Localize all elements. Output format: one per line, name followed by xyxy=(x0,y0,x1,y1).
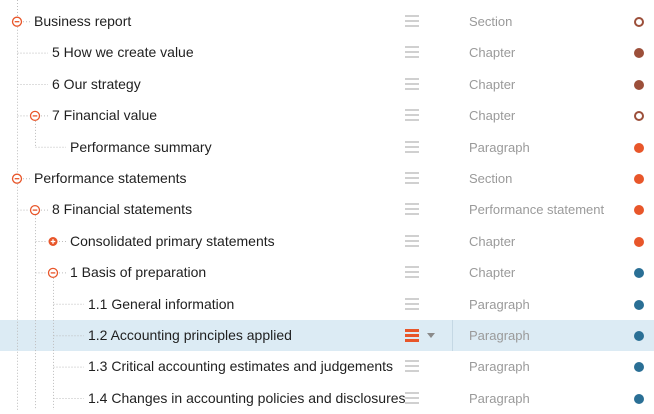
content-type-label: Chapter xyxy=(469,76,516,92)
status-dot-icon xyxy=(634,362,644,373)
content-type-label: Paragraph xyxy=(469,328,530,343)
drag-handle-icon[interactable] xyxy=(405,46,419,59)
content-type-label: Paragraph xyxy=(469,390,530,406)
tree-row-label: Business report xyxy=(34,13,132,29)
content-type-label: Paragraph xyxy=(469,359,530,375)
status-dot-icon xyxy=(634,142,644,153)
tree-row-label: 5 How we create value xyxy=(52,44,194,61)
drag-handle-icon[interactable] xyxy=(405,391,419,404)
status-dot-icon xyxy=(634,331,644,341)
drag-handle-icon[interactable] xyxy=(405,297,419,310)
drag-handle-icon[interactable] xyxy=(405,15,419,27)
drag-handle-icon[interactable] xyxy=(405,234,419,247)
status-ring-icon xyxy=(634,111,644,122)
tree-row-label: 1.1 General information xyxy=(88,295,235,312)
status-dot-icon xyxy=(634,393,644,404)
content-type-label: Chapter xyxy=(469,108,516,124)
content-type-label: Paragraph xyxy=(469,139,530,155)
content-type-label: Section xyxy=(469,14,513,29)
status-dot-icon xyxy=(634,174,644,184)
tree-row-label: 7 Financial value xyxy=(52,107,158,124)
tree-row-7-financial-value[interactable]: 7 Financial value Chapter xyxy=(0,100,654,131)
tree-row-label: Consolidated primary statements xyxy=(70,232,275,249)
content-type-label: Section xyxy=(469,171,513,186)
chevron-down-icon[interactable] xyxy=(424,329,438,341)
tree-row-label: 1.3 Critical accounting estimates and ju… xyxy=(88,358,394,375)
drag-handle-icon[interactable] xyxy=(405,140,419,153)
drag-handle-icon[interactable] xyxy=(405,360,419,373)
status-dot-icon xyxy=(634,79,644,90)
column-divider xyxy=(452,320,453,351)
status-ring-icon xyxy=(634,17,644,27)
status-dot-icon xyxy=(634,268,644,279)
tree-row-performance-summary[interactable]: Performance summary Paragraph xyxy=(0,132,654,163)
status-dot-icon xyxy=(634,205,644,216)
content-type-label: Chapter xyxy=(469,45,516,61)
content-type-label: Chapter xyxy=(469,233,516,249)
tree-row-5-how-we-create-value[interactable]: 5 How we create value Chapter xyxy=(0,37,654,68)
drag-handle-icon[interactable] xyxy=(405,329,419,342)
tree-row-label: Performance summary xyxy=(70,138,212,155)
tree-row-label: 1.2 Accounting principles applied xyxy=(88,327,292,343)
tree-row-1-4-changes-in-accounting-policies-and-disclosures[interactable]: 1.4 Changes in accounting policies and d… xyxy=(0,383,654,414)
status-dot-icon xyxy=(634,48,644,59)
document-outline-tree: Business report Section 5 How we create va… xyxy=(0,0,654,410)
drag-handle-icon[interactable] xyxy=(405,203,419,216)
tree-row-label: 1.4 Changes in accounting policies and d… xyxy=(88,389,406,406)
tree-row-1-basis-of-preparation[interactable]: 1 Basis of preparation Chapter xyxy=(0,257,654,288)
tree-row-consolidated-primary-statements[interactable]: Consolidated primary statements Chapter xyxy=(0,226,654,257)
tree-row-8-financial-statements[interactable]: 8 Financial statements Performance statem… xyxy=(0,194,654,225)
tree-row-label: 1 Basis of preparation xyxy=(70,264,207,281)
tree-row-1-2-accounting-principles-applied[interactable]: 1.2 Accounting principles applied Paragra… xyxy=(0,320,654,351)
drag-handle-icon[interactable] xyxy=(405,77,419,90)
tree-row-6-our-strategy[interactable]: 6 Our strategy Chapter xyxy=(0,69,654,100)
tree-row-label: 8 Financial statements xyxy=(52,201,193,218)
tree-row-label: Performance statements xyxy=(34,170,187,186)
drag-handle-icon[interactable] xyxy=(405,109,419,122)
content-type-label: Chapter xyxy=(469,265,516,281)
status-dot-icon xyxy=(634,236,644,247)
content-type-label: Performance statement xyxy=(469,202,605,218)
drag-handle-icon[interactable] xyxy=(405,172,419,184)
status-dot-icon xyxy=(634,299,644,310)
tree-row-1-3-critical-accounting-estimates-and-judgements[interactable]: 1.3 Critical accounting estimates and ju… xyxy=(0,351,654,382)
content-type-label: Paragraph xyxy=(469,296,530,312)
tree-row-label: 6 Our strategy xyxy=(52,75,141,92)
drag-handle-icon[interactable] xyxy=(405,266,419,279)
tree-row-business-report[interactable]: Business report Section xyxy=(0,6,654,37)
tree-row-1-1-general-information[interactable]: 1.1 General information Paragraph xyxy=(0,289,654,320)
tree-row-performance-statements[interactable]: Performance statements Section xyxy=(0,163,654,194)
